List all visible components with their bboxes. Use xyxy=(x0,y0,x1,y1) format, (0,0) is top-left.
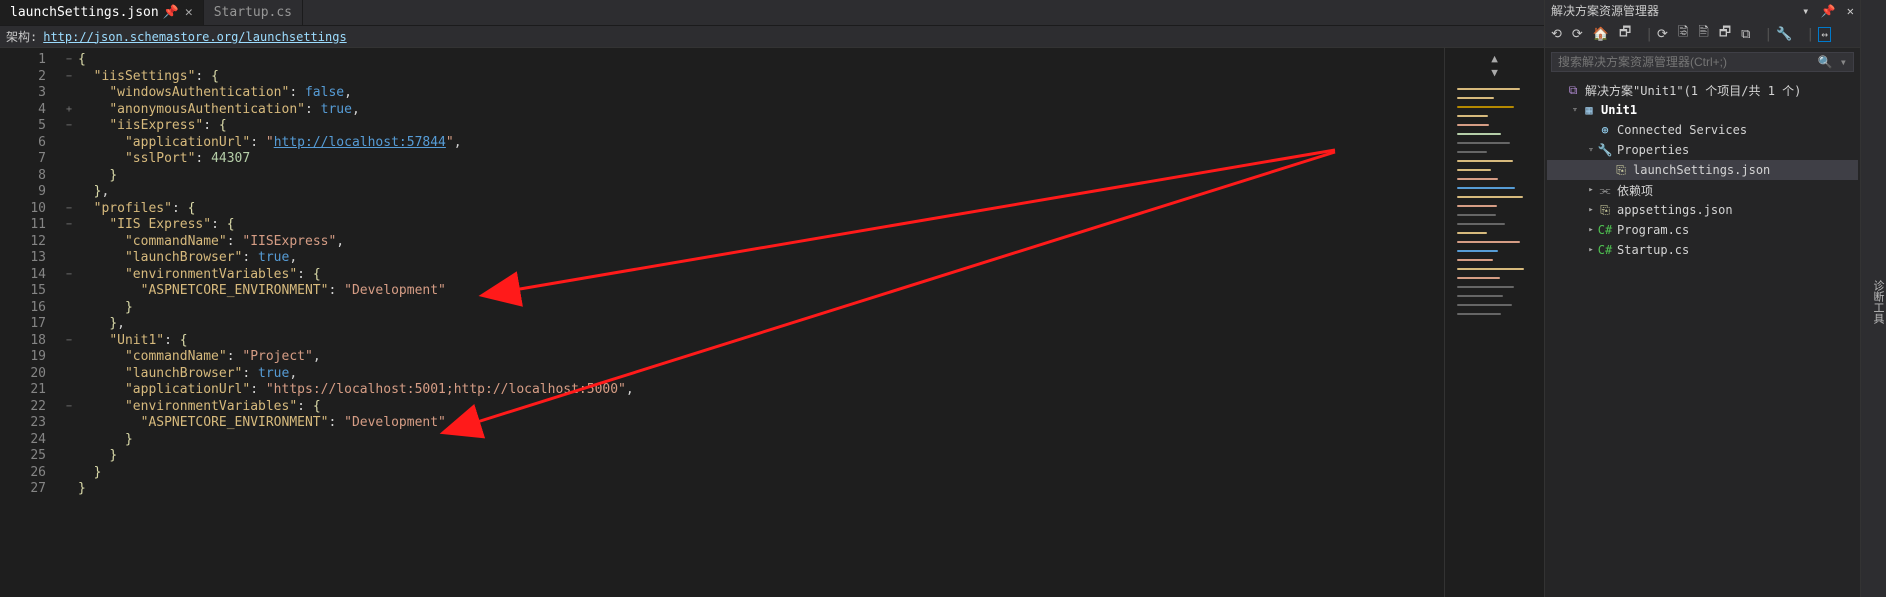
diagnostics-label: 诊断工具 xyxy=(1872,280,1885,324)
diagnostics-rail[interactable]: 诊断工具 xyxy=(1860,0,1886,597)
split-up-icon[interactable]: ▲ xyxy=(1491,52,1498,65)
tab-launchSettings-json[interactable]: launchSettings.json📌✕ xyxy=(0,0,204,25)
minimap[interactable]: ▲ ▼ xyxy=(1444,48,1544,597)
tree-node-Properties[interactable]: ▿🔧Properties xyxy=(1547,140,1858,160)
solution-tree[interactable]: ⧉解决方案"Unit1"(1 个项目/共 1 个)▿▦Unit1⊕Connect… xyxy=(1545,76,1860,597)
toolbar-icon[interactable]: ⟳ xyxy=(1572,27,1583,42)
solution-explorer-title: 解决方案资源管理器 ▾ 📌 ✕ xyxy=(1545,0,1860,21)
toolbar-icon[interactable]: 🗟 xyxy=(1678,23,1688,45)
tree-node-Connected-Services[interactable]: ⊕Connected Services xyxy=(1547,120,1858,140)
split-down-icon[interactable]: ▼ xyxy=(1491,66,1498,79)
schema-label: 架构: xyxy=(6,28,37,45)
sync-icon[interactable]: ↔ xyxy=(1818,27,1831,42)
toolbar-icon[interactable]: 🖹 xyxy=(1698,23,1708,45)
close-icon[interactable]: ✕ xyxy=(1847,4,1854,18)
tab-Startup-cs[interactable]: Startup.cs xyxy=(204,0,303,25)
toolbar-icon[interactable]: ⧉ xyxy=(1741,27,1750,42)
toolbar-icon[interactable]: 🔧 xyxy=(1776,27,1792,42)
schema-url[interactable]: http://json.schemastore.org/launchsettin… xyxy=(43,30,346,44)
tree-node--[interactable]: ▸⫘依赖项 xyxy=(1547,180,1858,200)
toolbar-icon[interactable]: 🏠 xyxy=(1593,27,1609,42)
solution-explorer-title-text: 解决方案资源管理器 xyxy=(1551,2,1659,19)
pin-icon[interactable]: 📌 xyxy=(1821,4,1836,18)
tree-node-appsettings-json[interactable]: ▸⎘appsettings.json xyxy=(1547,200,1858,220)
code-editor[interactable]: { "iisSettings": { "windowsAuthenticatio… xyxy=(78,48,1444,597)
tree-node-Startup-cs[interactable]: ▸C#Startup.cs xyxy=(1547,240,1858,260)
tree-node-Unit1[interactable]: ▿▦Unit1 xyxy=(1547,100,1858,120)
line-number-gutter: 1234567891011121314151617181920212223242… xyxy=(0,48,60,597)
tree-node-Program-cs[interactable]: ▸C#Program.cs xyxy=(1547,220,1858,240)
tree-node-launchSettings-json[interactable]: ⎘launchSettings.json xyxy=(1547,160,1858,180)
close-icon[interactable]: ✕ xyxy=(185,5,193,20)
editor-area: launchSettings.json📌✕Startup.cs 架构: http… xyxy=(0,0,1544,597)
solution-explorer-search[interactable]: 🔍 ▾ xyxy=(1551,52,1854,72)
solution-explorer: 解决方案资源管理器 ▾ 📌 ✕ ⟲⟳🏠🗗|⟳🗟🖹🗗⧉|🔧|↔ 🔍 ▾ ⧉解决方案… xyxy=(1544,0,1860,597)
toolbar-icon[interactable]: 🗗 xyxy=(1719,23,1731,45)
search-input[interactable] xyxy=(1558,55,1818,69)
fold-gutter[interactable]: −−+−−−−−− xyxy=(60,48,78,597)
tree-node--Unit1-1-1-[interactable]: ⧉解决方案"Unit1"(1 个项目/共 1 个) xyxy=(1547,80,1858,100)
toolbar-icon[interactable]: ⟳ xyxy=(1657,27,1668,42)
toolbar-icon[interactable]: 🗗 xyxy=(1619,23,1631,45)
toolbar-icon[interactable]: ⟲ xyxy=(1551,27,1562,42)
search-icon[interactable]: 🔍 ▾ xyxy=(1818,55,1847,69)
dropdown-icon[interactable]: ▾ xyxy=(1802,4,1809,18)
schema-bar: 架构: http://json.schemastore.org/launchse… xyxy=(0,26,1544,48)
tab-bar: launchSettings.json📌✕Startup.cs xyxy=(0,0,1544,26)
solution-explorer-toolbar: ⟲⟳🏠🗗|⟳🗟🖹🗗⧉|🔧|↔ xyxy=(1545,21,1860,48)
